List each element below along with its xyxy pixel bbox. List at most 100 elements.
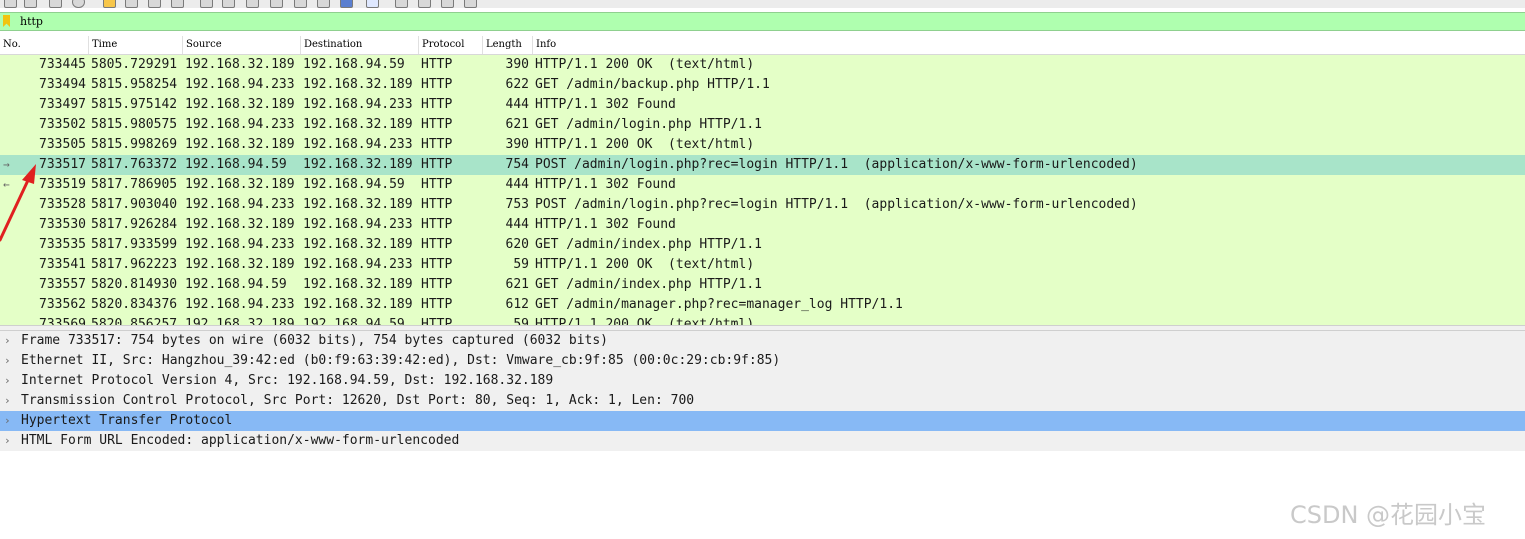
packet-row[interactable]: 733530 5817.926284 192.168.32.189 192.168.9… — [0, 215, 1525, 235]
column-header-destination[interactable]: Destination — [301, 36, 419, 54]
toolbar-icon[interactable] — [246, 0, 259, 8]
toolbar-icon[interactable] — [366, 0, 379, 8]
packet-cell-src: 192.168.94.59 — [185, 277, 287, 292]
packet-cell-info: POST /admin/login.php?rec=login HTTP/1.1… — [535, 197, 1138, 212]
display-filter-input[interactable] — [16, 13, 1520, 30]
packet-row[interactable]: 733569 5820.856257 192.168.32.189 192.168.9… — [0, 315, 1525, 325]
packet-row[interactable]: 733535 5817.933599 192.168.94.233 192.168.3… — [0, 235, 1525, 255]
packet-cell-len: 612 — [505, 297, 529, 312]
packet-cell-info: GET /admin/login.php HTTP/1.1 — [535, 117, 762, 132]
chevron-right-icon[interactable]: › — [4, 391, 14, 411]
packet-cell-src: 192.168.32.189 — [185, 177, 295, 192]
toolbar-icon[interactable] — [171, 0, 184, 8]
packet-cell-dst: 192.168.32.189 — [303, 277, 413, 292]
display-filter-bar — [0, 12, 1525, 31]
packet-cell-info: HTTP/1.1 200 OK (text/html) — [535, 257, 755, 272]
toolbar-icon[interactable] — [49, 0, 62, 8]
chevron-right-icon[interactable]: › — [4, 371, 14, 391]
detail-tree-label: HTML Form URL Encoded: application/x-www… — [21, 433, 460, 448]
packet-cell-time: 5815.980575 — [91, 117, 178, 132]
toolbar-icon[interactable] — [200, 0, 213, 8]
packet-cell-src: 192.168.32.189 — [185, 317, 295, 325]
chevron-right-icon[interactable]: › — [4, 331, 14, 351]
bookmark-icon[interactable] — [3, 15, 10, 27]
detail-tree-item[interactable]: › Hypertext Transfer Protocol — [0, 411, 1525, 431]
packet-row[interactable]: 733557 5820.814930 192.168.94.59 192.168.32… — [0, 275, 1525, 295]
red-arrow-annotation — [0, 164, 36, 242]
toolbar-icon[interactable] — [72, 0, 85, 8]
packet-cell-dst: 192.168.32.189 — [303, 237, 413, 252]
chevron-right-icon[interactable]: › — [4, 351, 14, 371]
packet-row[interactable]: 733494 5815.958254 192.168.94.233 192.168.3… — [0, 75, 1525, 95]
packet-cell-no: 733445 — [39, 57, 86, 72]
packet-cell-info: GET /admin/index.php HTTP/1.1 — [535, 277, 762, 292]
packet-row[interactable]: 733541 5817.962223 192.168.32.189 192.168.9… — [0, 255, 1525, 275]
packet-cell-src: 192.168.94.233 — [185, 297, 295, 312]
packet-cell-len: 753 — [505, 197, 529, 212]
packet-cell-proto: HTTP — [421, 137, 453, 152]
packet-cell-dst: 192.168.32.189 — [303, 157, 413, 172]
packet-row[interactable]: 733502 5815.980575 192.168.94.233 192.168.3… — [0, 115, 1525, 135]
packet-cell-len: 59 — [513, 257, 529, 272]
packet-cell-time: 5815.998269 — [91, 137, 178, 152]
toolbar-icon[interactable] — [340, 0, 353, 8]
toolbar-icon[interactable] — [125, 0, 138, 8]
packet-cell-len: 620 — [505, 237, 529, 252]
packet-cell-dst: 192.168.94.59 — [303, 177, 405, 192]
packet-cell-no: 733494 — [39, 77, 86, 92]
packet-row[interactable]: 733505 5815.998269 192.168.32.189 192.168.9… — [0, 135, 1525, 155]
packet-cell-time: 5817.962223 — [91, 257, 178, 272]
detail-tree-item[interactable]: › Internet Protocol Version 4, Src: 192.1… — [0, 371, 1525, 391]
packet-cell-len: 621 — [505, 277, 529, 292]
toolbar-icon[interactable] — [4, 0, 17, 8]
packet-cell-info: HTTP/1.1 302 Found — [535, 217, 676, 232]
packet-list[interactable]: 733445 5805.729291 192.168.32.189 192.168.9… — [0, 55, 1525, 325]
packet-row[interactable]: 733517 5817.763372 192.168.94.59 192.168.32… — [0, 155, 1525, 175]
packet-cell-time: 5815.958254 — [91, 77, 178, 92]
detail-tree-item[interactable]: › Transmission Control Protocol, Src Port… — [0, 391, 1525, 411]
packet-cell-time: 5817.903040 — [91, 197, 178, 212]
toolbar-icon[interactable] — [270, 0, 283, 8]
packet-cell-dst: 192.168.94.233 — [303, 217, 413, 232]
packet-row[interactable]: 733519 5817.786905 192.168.32.189 192.168.9… — [0, 175, 1525, 195]
toolbar-icon[interactable] — [294, 0, 307, 8]
toolbar-icon[interactable] — [395, 0, 408, 8]
toolbar-icon[interactable] — [464, 0, 477, 8]
column-header-info[interactable]: Info — [533, 36, 1525, 54]
detail-tree-item[interactable]: › Frame 733517: 754 bytes on wire (6032 b… — [0, 331, 1525, 351]
packet-row[interactable]: 733562 5820.834376 192.168.94.233 192.168.3… — [0, 295, 1525, 315]
chevron-right-icon[interactable]: › — [4, 411, 14, 431]
detail-tree-label: Transmission Control Protocol, Src Port:… — [21, 393, 695, 408]
packet-row[interactable]: 733497 5815.975142 192.168.32.189 192.168.9… — [0, 95, 1525, 115]
packet-cell-info: HTTP/1.1 200 OK (text/html) — [535, 57, 755, 72]
packet-cell-dst: 192.168.32.189 — [303, 197, 413, 212]
detail-tree-item[interactable]: › Ethernet II, Src: Hangzhou_39:42:ed (b0… — [0, 351, 1525, 371]
detail-tree-label: Frame 733517: 754 bytes on wire (6032 bi… — [21, 333, 608, 348]
column-header-time[interactable]: Time — [89, 36, 183, 54]
packet-row[interactable]: 733445 5805.729291 192.168.32.189 192.168.9… — [0, 55, 1525, 75]
toolbar-icon[interactable] — [103, 0, 116, 8]
detail-tree-item[interactable]: › HTML Form URL Encoded: application/x-ww… — [0, 431, 1525, 451]
toolbar-icon[interactable] — [418, 0, 431, 8]
column-header-length[interactable]: Length — [483, 36, 533, 54]
column-header-protocol[interactable]: Protocol — [419, 36, 483, 54]
packet-cell-dst: 192.168.94.233 — [303, 97, 413, 112]
column-header-source[interactable]: Source — [183, 36, 301, 54]
packet-cell-dst: 192.168.94.59 — [303, 57, 405, 72]
packet-cell-proto: HTTP — [421, 177, 453, 192]
packet-cell-proto: HTTP — [421, 117, 453, 132]
watermark: CSDN @花园小宝 — [1290, 501, 1487, 529]
toolbar-icon[interactable] — [317, 0, 330, 8]
toolbar-icon[interactable] — [24, 0, 37, 8]
column-header-no[interactable]: No. — [0, 36, 89, 54]
packet-cell-src: 192.168.32.189 — [185, 257, 295, 272]
toolbar-icon[interactable] — [222, 0, 235, 8]
chevron-right-icon[interactable]: › — [4, 431, 14, 451]
packet-cell-len: 622 — [505, 77, 529, 92]
toolbar-icon[interactable] — [148, 0, 161, 8]
packet-cell-proto: HTTP — [421, 197, 453, 212]
packet-cell-no: 733557 — [39, 277, 86, 292]
packet-row[interactable]: 733528 5817.903040 192.168.94.233 192.168.3… — [0, 195, 1525, 215]
toolbar-icon[interactable] — [441, 0, 454, 8]
packet-cell-info: HTTP/1.1 302 Found — [535, 97, 676, 112]
